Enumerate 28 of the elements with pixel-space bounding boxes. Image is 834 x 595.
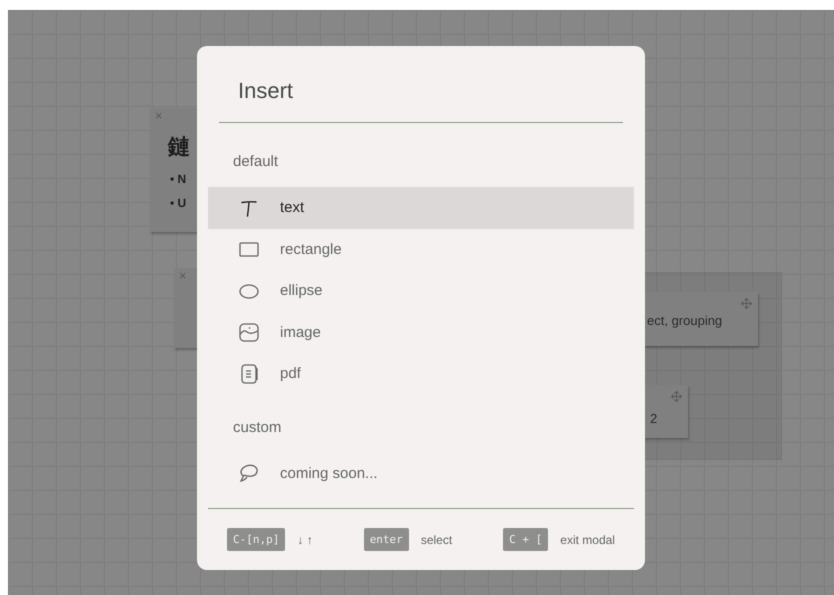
item-label: text bbox=[280, 199, 304, 216]
card-title: 鏈 bbox=[168, 133, 190, 161]
section-heading: custom bbox=[233, 418, 282, 436]
item-label: image bbox=[280, 324, 321, 341]
image-icon bbox=[238, 321, 260, 344]
dialog-title: Insert bbox=[238, 78, 294, 105]
hint-label: select bbox=[420, 532, 452, 546]
item-label: pdf bbox=[280, 365, 301, 382]
section-heading: default bbox=[233, 153, 280, 171]
menu-item[interactable]: text bbox=[208, 187, 634, 228]
bullet-item: • N bbox=[170, 172, 186, 186]
speech-bubbles-icon bbox=[238, 462, 260, 484]
canvas[interactable]: × 鏈 • N • U × ect, grouping 2 Insert default text rectangle ellipse image pdf custom coming soon... C-[n,p] ↓ ↑ enter select C + [ exit modal bbox=[8, 10, 834, 595]
hint-label: ↓ ↑ bbox=[297, 532, 313, 546]
key-badge: enter bbox=[364, 528, 409, 551]
hint-label: exit modal bbox=[560, 532, 615, 546]
move-icon bbox=[671, 391, 682, 402]
key-badge: C + [ bbox=[503, 528, 548, 551]
menu-item[interactable]: pdf bbox=[208, 353, 634, 394]
item-label: ellipse bbox=[280, 282, 323, 300]
card-text: ect, grouping bbox=[647, 313, 722, 328]
key-badge: C-[n,p] bbox=[227, 528, 286, 551]
item-label: rectangle bbox=[280, 240, 342, 258]
card-text: 2 bbox=[650, 411, 658, 426]
move-icon bbox=[741, 298, 752, 309]
menu-item[interactable]: coming soon... bbox=[208, 452, 634, 494]
item-label: coming soon... bbox=[280, 464, 378, 482]
bullet-item: • U bbox=[170, 196, 186, 210]
